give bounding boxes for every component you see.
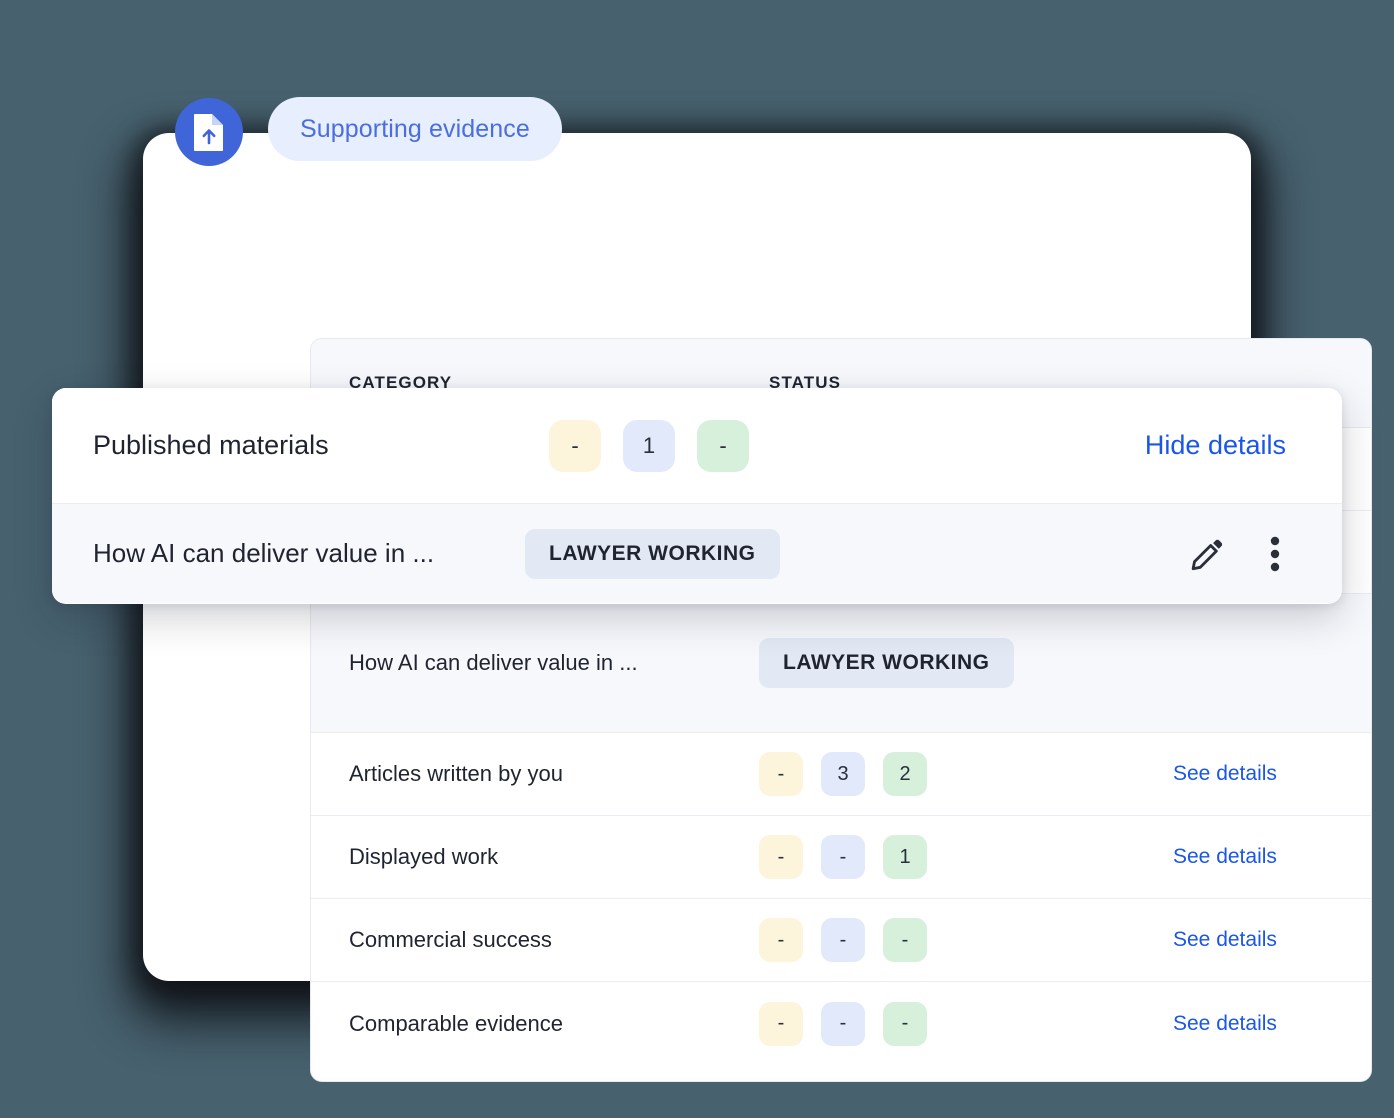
row-category-label: Commercial success <box>349 927 552 952</box>
status-badge: LAWYER WORKING <box>525 528 780 579</box>
row-status-chips: - - - <box>759 918 1109 962</box>
pencil-icon[interactable] <box>1186 533 1228 575</box>
status-chip-blue: 1 <box>623 419 675 472</box>
overlay-category-label: Published materials <box>93 430 329 460</box>
status-chip-green: - <box>697 419 749 472</box>
document-title-label: How AI can deliver value in ... <box>93 538 435 568</box>
status-chip-green: - <box>883 918 927 962</box>
status-chip-blue: 3 <box>821 752 865 796</box>
see-details-link[interactable]: See details <box>1173 762 1277 786</box>
row-details-cell: See details <box>1109 1012 1371 1036</box>
status-chip-green: - <box>883 1001 927 1046</box>
supporting-evidence-label: Supporting evidence <box>300 114 530 143</box>
status-chip-green: 1 <box>883 835 927 879</box>
published-materials-overlay: Published materials - 1 - Hide details H… <box>52 388 1342 604</box>
row-details-cell: See details <box>1109 928 1371 952</box>
row-category-label: Displayed work <box>349 844 499 869</box>
document-title-label: How AI can deliver value in ... <box>349 650 638 675</box>
overlay-document-row[interactable]: How AI can deliver value in ... LAWYER W… <box>52 504 1342 603</box>
more-vertical-icon[interactable] <box>1254 533 1296 575</box>
hide-details-link[interactable]: Hide details <box>1145 430 1286 461</box>
status-chip-yellow: - <box>549 419 601 472</box>
row-details-cell: See details <box>1109 845 1371 869</box>
see-details-link[interactable]: See details <box>1173 928 1277 952</box>
see-details-link[interactable]: See details <box>1173 845 1277 869</box>
row-status-chips: - - - <box>759 1001 1109 1046</box>
overlay-header-row[interactable]: Published materials - 1 - Hide details <box>52 388 1342 504</box>
table-row[interactable]: Articles written by you - 3 2 See detail… <box>311 733 1371 816</box>
status-chip-yellow: - <box>759 1001 803 1046</box>
status-chip-yellow: - <box>759 835 803 879</box>
row-category-label: Comparable evidence <box>349 1010 564 1036</box>
status-chip-blue: - <box>821 1001 865 1046</box>
status-chip-yellow: - <box>759 918 803 962</box>
supporting-evidence-pill[interactable]: Supporting evidence <box>268 97 562 161</box>
row-details-cell: See details <box>1109 762 1371 786</box>
table-row[interactable]: Displayed work - - 1 See details <box>311 816 1371 899</box>
overlay-status-chips: - 1 - <box>549 419 749 472</box>
table-row-expanded-document[interactable]: How AI can deliver value in ... LAWYER W… <box>311 594 1371 733</box>
see-details-link[interactable]: See details <box>1173 1012 1277 1036</box>
status-chip-blue: - <box>821 918 865 962</box>
screen-root: CATEGORY STATUS Awards 1 - - See details… <box>0 0 1394 1118</box>
row-category-label: Articles written by you <box>349 761 563 786</box>
document-status-cell: LAWYER WORKING <box>759 638 1109 688</box>
table-row[interactable]: Commercial success - - - See details <box>311 899 1371 982</box>
document-actions <box>780 533 1343 575</box>
table-row[interactable]: Comparable evidence - - - See details <box>311 982 1371 1065</box>
status-chip-green: 2 <box>883 752 927 796</box>
row-status-chips: - - 1 <box>759 835 1109 879</box>
status-chip-yellow: - <box>759 752 803 796</box>
document-upload-icon[interactable] <box>175 98 243 166</box>
overlay-action-cell: Hide details <box>749 430 1342 461</box>
row-status-chips: - 3 2 <box>759 752 1109 796</box>
status-badge: LAWYER WORKING <box>759 638 1014 688</box>
status-chip-blue: - <box>821 835 865 879</box>
